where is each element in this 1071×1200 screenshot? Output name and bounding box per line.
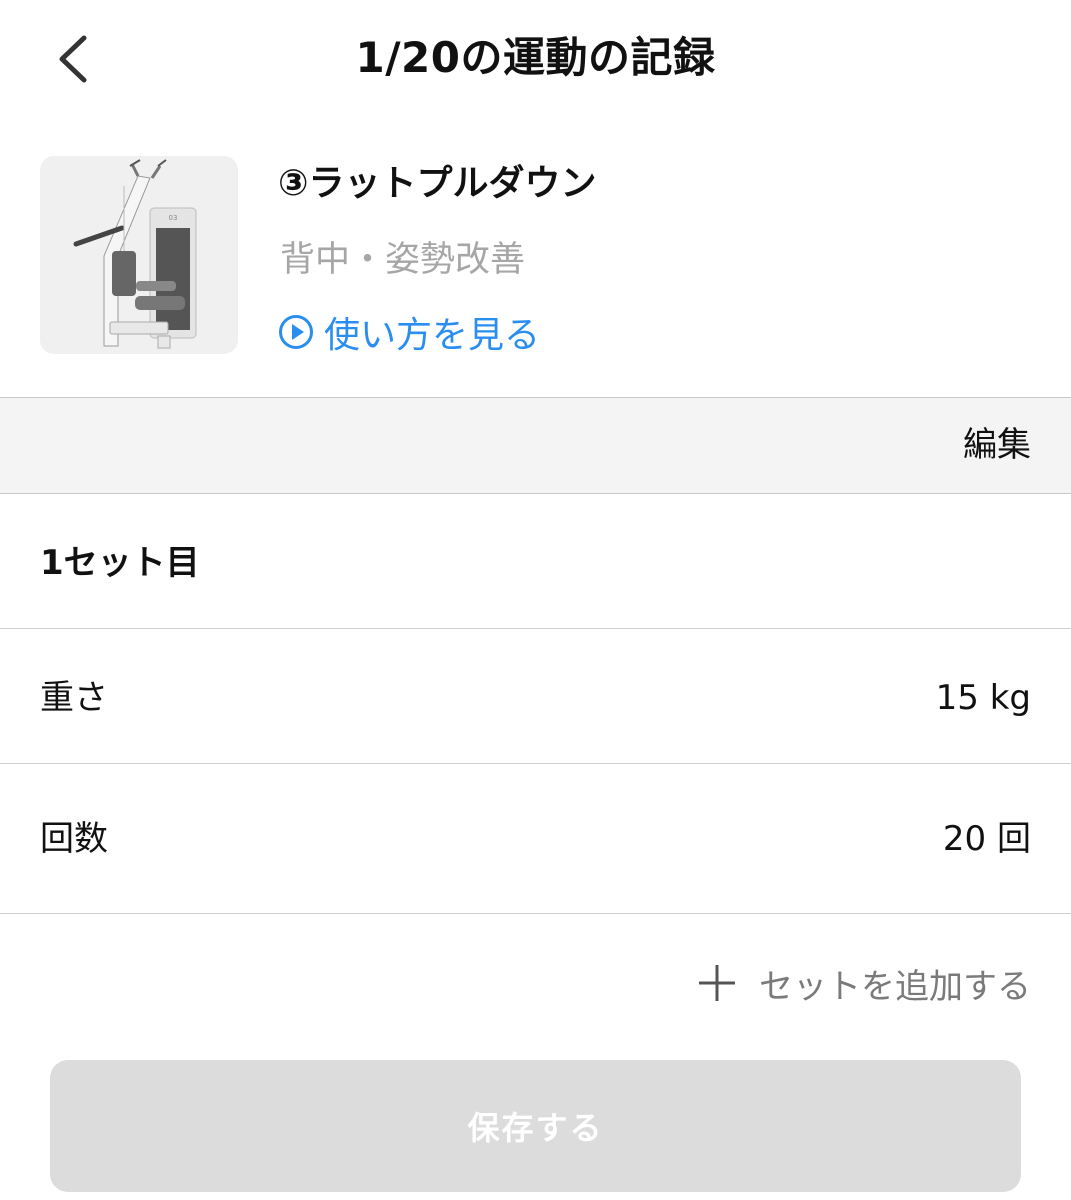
header: 1/20の運動の記録 xyxy=(0,0,1071,118)
machine-number: 03 xyxy=(169,214,178,222)
edit-bar: 編集 xyxy=(0,397,1071,494)
set-title: 1セット目 xyxy=(40,543,200,583)
edit-button[interactable]: 編集 xyxy=(963,420,1031,470)
add-set-button[interactable]: セットを追加する xyxy=(697,958,1031,1008)
lat-pulldown-machine-image: 03 xyxy=(73,159,197,349)
play-circle-icon xyxy=(279,315,313,349)
reps-label: 回数 xyxy=(40,819,108,859)
divider xyxy=(0,913,1071,914)
how-to-link[interactable]: 使い方を見る xyxy=(278,308,540,356)
divider xyxy=(0,763,1071,764)
weight-label: 重さ xyxy=(40,678,108,718)
page-title: 1/20の運動の記録 xyxy=(355,33,716,82)
weight-value[interactable]: 15 kg xyxy=(936,673,1031,723)
how-to-label: 使い方を見る xyxy=(324,315,541,356)
machine-thumbnail[interactable]: 03 xyxy=(40,156,238,354)
save-button[interactable]: 保存する xyxy=(50,1060,1021,1192)
exercise-card: 03 ③ラットプルダウン 背中・姿勢改善 使い方を見る xyxy=(0,150,1071,365)
exercise-name: ③ラットプルダウン xyxy=(278,163,597,204)
reps-value[interactable]: 20 回 xyxy=(943,814,1031,864)
add-set-label: セットを追加する xyxy=(759,966,1031,1007)
divider xyxy=(0,628,1071,629)
plus-icon xyxy=(699,965,735,1001)
exercise-tags: 背中・姿勢改善 xyxy=(280,240,526,280)
